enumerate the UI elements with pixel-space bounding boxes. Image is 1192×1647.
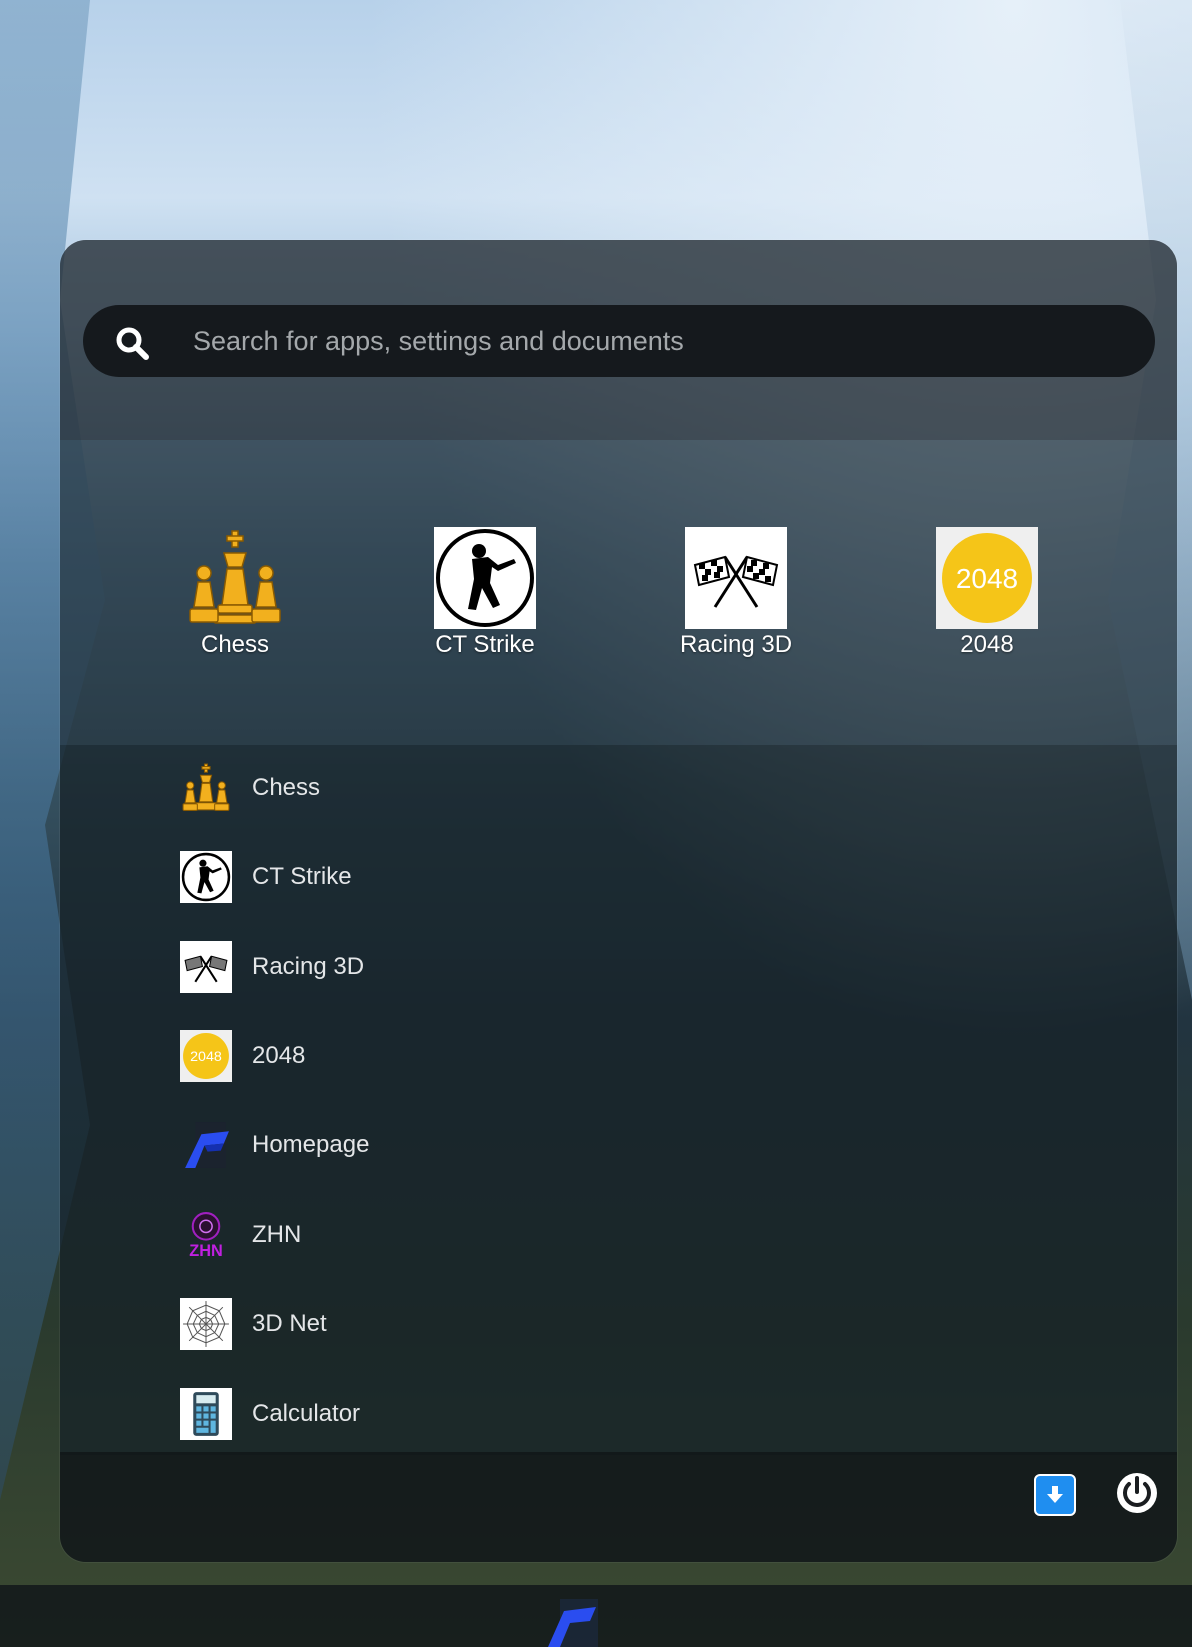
list-item-label: Racing 3D [252,953,365,980]
pinned-app-label: Chess [200,631,270,658]
calculator-icon [180,1388,232,1440]
list-item-2048[interactable]: 2048 2048 [180,1026,780,1086]
list-item-3d-net[interactable]: 3D Net [180,1294,780,1354]
2048-icon: 2048 [936,527,1038,629]
start-menu-footer [60,1452,1177,1562]
pinned-app-label: Racing 3D [679,631,793,658]
list-item-label: Chess [252,774,321,801]
chess-icon [189,530,281,624]
list-item-label: Calculator [252,1400,361,1427]
pinned-app-label: CT Strike [435,631,535,658]
list-item-homepage[interactable]: Homepage [180,1115,780,1175]
list-item-zhn[interactable]: ZHN ZHN [180,1205,780,1265]
2048-icon: 2048 [180,1030,232,1082]
search-input[interactable] [193,305,1113,377]
zhn-logo-icon: ZHN [189,1212,223,1260]
list-item-label: 2048 [252,1042,306,1069]
search-bar[interactable] [83,305,1155,377]
spider-web-icon [180,1298,232,1350]
pinned-app-label: 2048 [960,631,1014,658]
svg-text:ZHN: ZHN [189,1242,223,1260]
list-item-racing-3d[interactable]: Racing 3D [180,937,780,997]
ct-strike-icon [434,527,536,629]
list-item-label: CT Strike [252,863,352,890]
pinned-apps: Chess CT Strike Racing 3D 2048 2048 [60,440,1177,745]
svg-text:2048: 2048 [190,1049,222,1065]
pinned-app-2048[interactable]: 2048 2048 [897,527,1077,659]
download-icon [1047,1486,1063,1503]
start-menu: Chess CT Strike [60,240,1177,1562]
list-item-calculator[interactable]: Calculator [180,1384,780,1444]
list-item-chess[interactable]: Chess [180,758,780,818]
list-item-label: ZHN [252,1221,302,1248]
list-item-label: Homepage [252,1131,370,1158]
all-apps-list[interactable]: Chess CT Strike Racing 3D 2048 2048 Home… [60,745,1177,1455]
search-section [60,240,1177,440]
download-button[interactable] [1034,1474,1076,1516]
racing-flags-icon [685,527,787,629]
taskbar [0,1585,1192,1647]
pinned-app-ct-strike[interactable]: CT Strike [395,527,575,659]
power-icon[interactable] [1114,1470,1160,1516]
pinned-app-racing-3d[interactable]: Racing 3D [646,527,826,659]
svg-text:2048: 2048 [956,563,1018,594]
list-item-label: 3D Net [252,1310,327,1337]
homepage-logo-icon [185,1122,229,1168]
start-logo-icon[interactable] [546,1599,598,1647]
search-icon [116,327,149,360]
ct-strike-icon [180,851,232,903]
racing-flags-icon [180,941,232,993]
list-item-ct-strike[interactable]: CT Strike [180,847,780,907]
chess-icon [182,763,230,811]
pinned-app-chess[interactable]: Chess [145,527,325,659]
